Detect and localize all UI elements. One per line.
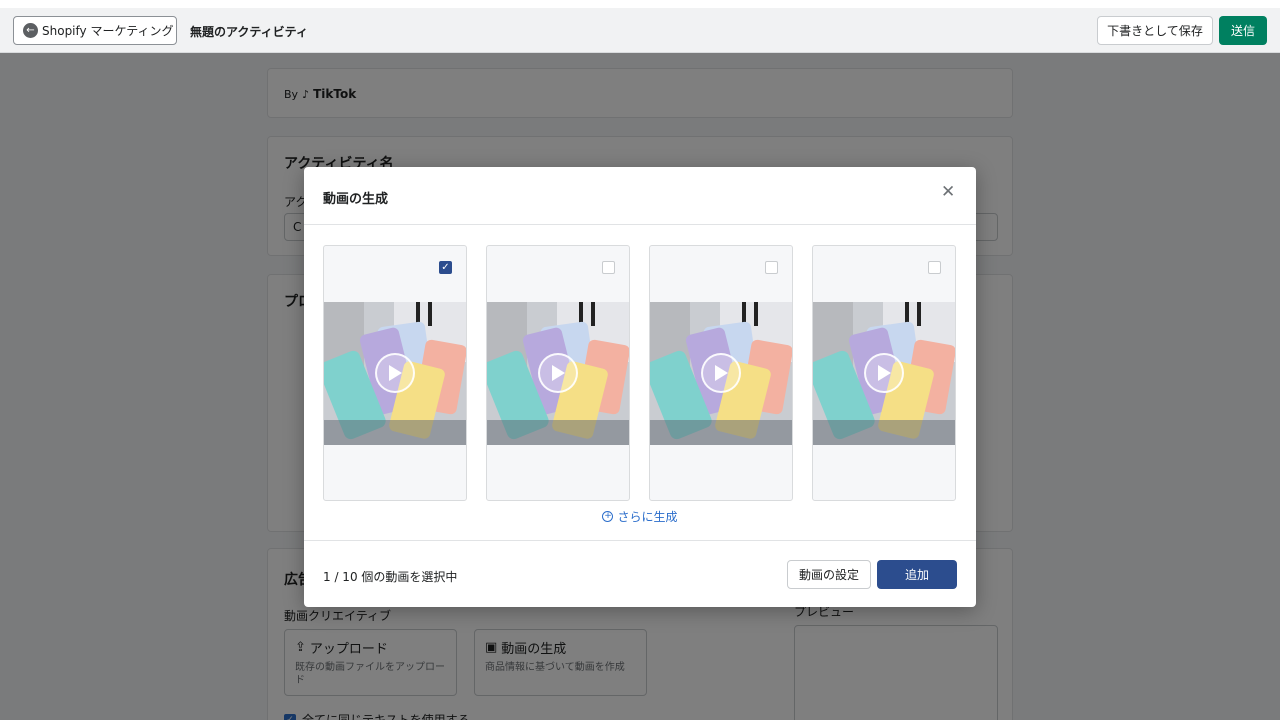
video-checkbox[interactable]: [602, 261, 615, 274]
video-card[interactable]: [649, 245, 793, 501]
video-thumbnail[interactable]: [487, 302, 629, 445]
selection-count: 1 / 10 個の動画を選択中: [323, 570, 458, 584]
modal-header: 動画の生成 ✕: [304, 167, 976, 225]
video-card[interactable]: [486, 245, 630, 501]
modal-title: 動画の生成: [323, 192, 389, 207]
video-card[interactable]: ✓: [323, 245, 467, 501]
modal-footer: 1 / 10 個の動画を選択中 動画の設定 追加: [304, 540, 976, 607]
generate-more-label: さらに生成: [617, 510, 678, 524]
back-button[interactable]: ← Shopify マーケティング: [13, 16, 177, 45]
play-icon[interactable]: [701, 353, 741, 393]
video-thumbnail[interactable]: [324, 302, 466, 445]
save-draft-button[interactable]: 下書きとして保存: [1097, 16, 1213, 45]
top-bar: ← Shopify マーケティング 無題のアクティビティ 下書きとして保存 送信: [0, 8, 1280, 53]
video-checkbox[interactable]: [765, 261, 778, 274]
play-icon[interactable]: [375, 353, 415, 393]
generate-video-modal: 動画の生成 ✕ ✓ + さらに生成 1 / 10 個の動画を選択中 動画の設定 …: [304, 167, 976, 607]
video-thumbnail[interactable]: [813, 302, 955, 445]
video-card[interactable]: [812, 245, 956, 501]
video-checkbox[interactable]: ✓: [439, 261, 452, 274]
generate-more-link[interactable]: + さらに生成: [304, 508, 976, 525]
video-settings-button[interactable]: 動画の設定: [787, 560, 871, 589]
close-icon[interactable]: ✕: [941, 184, 955, 201]
video-thumbnail[interactable]: [650, 302, 792, 445]
add-button[interactable]: 追加: [877, 560, 957, 589]
play-icon[interactable]: [538, 353, 578, 393]
send-button[interactable]: 送信: [1219, 16, 1267, 45]
video-checkbox[interactable]: [928, 261, 941, 274]
top-strip: [0, 0, 1280, 8]
play-icon[interactable]: [864, 353, 904, 393]
page-title: 無題のアクティビティ: [190, 25, 308, 39]
plus-circle-icon: +: [602, 511, 614, 522]
back-arrow-icon: ←: [23, 23, 38, 38]
back-button-label: Shopify マーケティング: [42, 24, 174, 38]
